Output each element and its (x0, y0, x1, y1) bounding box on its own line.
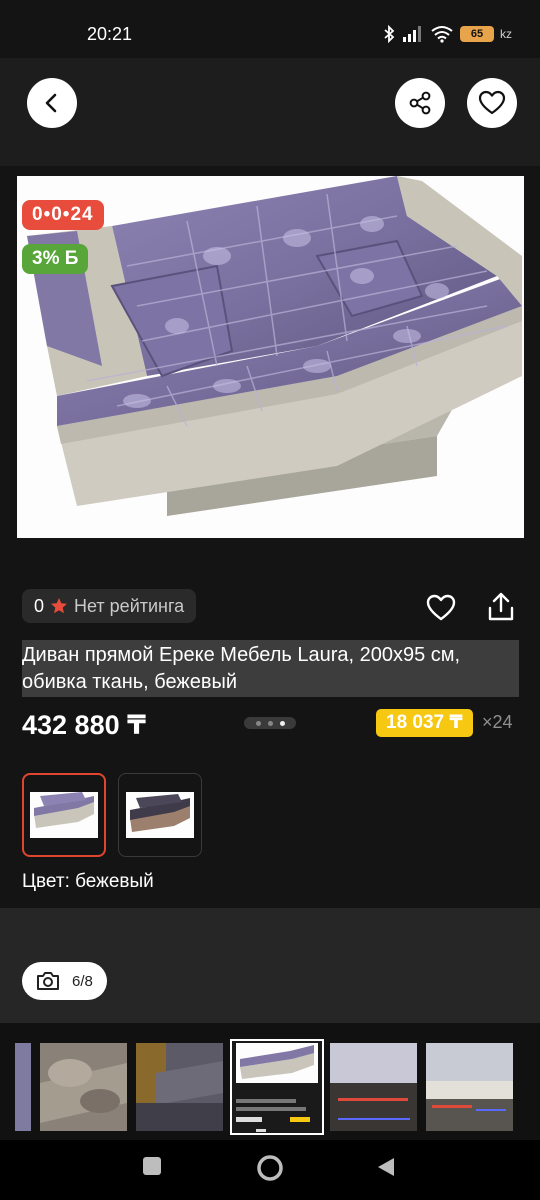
variant-thumbnail (126, 792, 194, 838)
color-variant-dark[interactable] (118, 773, 202, 857)
product-price: 432 880 ₸ (22, 710, 146, 740)
installment-months: ×24 (482, 712, 513, 732)
photo-counter[interactable]: 6/8 (22, 962, 107, 1000)
thumbnail[interactable] (136, 1043, 223, 1131)
back-nav-button[interactable] (376, 1156, 396, 1178)
nav-square-icon (143, 1157, 161, 1175)
gallery-dot (255, 720, 261, 726)
thumbnail-strip[interactable] (0, 1023, 540, 1140)
color-variant-beige[interactable] (22, 773, 106, 857)
home-button[interactable] (256, 1154, 284, 1182)
thumbnail[interactable] (426, 1043, 513, 1131)
battery-indicator: 65 (460, 26, 494, 42)
heart-icon (478, 90, 506, 115)
thumbnail-image (232, 1041, 322, 1133)
discount-badge: 3% Б (22, 244, 89, 274)
status-bar: 20:21 65 kz (0, 0, 540, 58)
rating-text: Нет рейтинга (74, 595, 185, 616)
gallery-dots (244, 717, 296, 729)
status-time: 20:21 (87, 24, 133, 44)
variant-thumbnail (30, 792, 98, 838)
signal-icon (403, 26, 421, 42)
product-title: Диван прямой Ереке Мебель Laura, 200х95 … (22, 640, 519, 697)
installment-badge[interactable]: 18 037 ₸ (376, 709, 473, 737)
gallery-dot (267, 720, 273, 726)
star-icon (51, 598, 68, 614)
color-label: Цвет: бежевый (22, 871, 154, 892)
sofa-image (17, 176, 524, 538)
favorite-button[interactable] (467, 78, 517, 128)
rating-pill[interactable]: 0 Нет рейтинга (22, 589, 197, 623)
upload-icon[interactable] (485, 591, 517, 623)
thumbnail[interactable] (15, 1043, 31, 1131)
thumbnail-active[interactable] (230, 1039, 324, 1135)
photo-counter-text: 6/8 (72, 972, 93, 990)
recents-button[interactable] (142, 1156, 162, 1176)
back-icon (45, 93, 57, 113)
share-icon (409, 91, 431, 115)
wifi-icon (431, 26, 453, 43)
status-icons: 65 kz (382, 22, 512, 46)
gallery-dot-active (279, 720, 285, 726)
thumbnail[interactable] (40, 1043, 127, 1131)
share-button[interactable] (395, 78, 445, 128)
status-suffix: kz (500, 27, 512, 41)
camera-icon (37, 972, 59, 990)
thumbnail-image (136, 1043, 223, 1131)
back-button[interactable] (27, 78, 77, 128)
thumbnail-image (426, 1043, 513, 1131)
bluetooth-icon (384, 25, 395, 43)
system-nav-bar (0, 1140, 540, 1200)
thumbnail[interactable] (330, 1043, 417, 1131)
rating-count: 0 (34, 595, 45, 616)
top-bar (0, 58, 540, 166)
promo-badge: 0•0•24 (22, 200, 104, 230)
nav-circle-icon (257, 1155, 283, 1181)
thumbnail-image (40, 1043, 127, 1131)
product-photo[interactable] (17, 176, 524, 538)
nav-triangle-icon (378, 1158, 394, 1176)
thumbnail-image (330, 1043, 417, 1131)
heart-icon[interactable] (425, 593, 457, 623)
